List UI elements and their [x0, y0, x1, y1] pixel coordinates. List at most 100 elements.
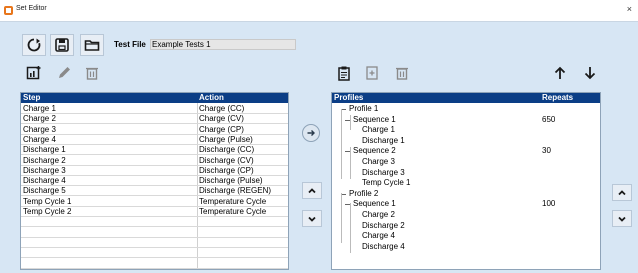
step-name-cell: Charge 2	[23, 114, 56, 124]
folder-open-icon	[84, 40, 100, 51]
tree-profile-node[interactable]: Profile 2	[349, 189, 378, 199]
tree-repeats-value: 100	[542, 199, 556, 209]
delete-step-button[interactable]	[80, 62, 104, 84]
app-icon	[4, 6, 13, 15]
step-action-cell: Discharge (CP)	[199, 165, 254, 175]
chevron-down-icon	[308, 216, 316, 222]
step-action-cell: Temperature Cycle	[199, 196, 267, 206]
profile-move-up-button[interactable]	[612, 184, 632, 201]
step-action-cell: Charge (Pulse)	[199, 134, 253, 144]
profiles-tree: Profiles Repeats Profile 1 Sequence 1 650 C…	[331, 92, 601, 270]
test-file-label: Test File	[114, 40, 146, 49]
step-name-cell: Discharge 1	[23, 145, 66, 155]
column-header-repeats[interactable]: Repeats	[540, 93, 600, 103]
title-bar: Set Editor ×	[0, 0, 638, 22]
table-row[interactable]: Charge 2 Charge (CV)	[21, 114, 288, 125]
window-title: Set Editor	[16, 5, 47, 12]
table-row[interactable]: Temp Cycle 2 Temperature Cycle	[21, 207, 288, 217]
step-name-cell: Discharge 5	[23, 186, 66, 196]
table-row[interactable]	[21, 248, 288, 259]
tree-step-node[interactable]: Charge 1	[362, 125, 395, 135]
tree-step-node[interactable]: Discharge 1	[362, 136, 405, 146]
add-icon	[366, 66, 378, 80]
tree-step-node[interactable]: Discharge 3	[362, 168, 405, 178]
table-row[interactable]: Discharge 3 Discharge (CP)	[21, 165, 288, 176]
open-folder-button[interactable]	[80, 34, 104, 56]
tree-sequence-node[interactable]: Sequence 2	[353, 146, 396, 156]
column-header-profiles[interactable]: Profiles	[332, 93, 540, 103]
step-action-cell: Discharge (CC)	[199, 145, 255, 155]
tree-repeats-value: 650	[542, 114, 556, 124]
save-button[interactable]	[50, 34, 74, 56]
tree-profile-node[interactable]: Profile 1	[349, 104, 378, 114]
save-icon	[55, 38, 69, 52]
step-action-cell: Discharge (CV)	[199, 155, 254, 165]
add-step-icon	[26, 66, 41, 80]
arrow-down-icon	[584, 67, 596, 80]
tree-step-node[interactable]: Discharge 4	[362, 242, 405, 252]
tree-step-node[interactable]: Temp Cycle 1	[362, 178, 410, 188]
pencil-icon	[59, 67, 70, 78]
tree-guide-line	[350, 147, 351, 179]
tree-sequence-node[interactable]: Sequence 1	[353, 115, 396, 125]
chevron-up-icon	[308, 187, 316, 193]
table-row[interactable]: Discharge 4 Discharge (Pulse)	[21, 176, 288, 187]
table-row[interactable]: Charge 3 Charge (CP)	[21, 124, 288, 135]
chevron-up-icon	[618, 189, 626, 195]
table-row[interactable]	[21, 238, 288, 248]
tree-guide-line	[350, 115, 351, 130]
steps-table: Step Action Charge 1 Charge (CC) Charge 2C…	[20, 92, 289, 270]
step-move-up-button[interactable]	[302, 182, 322, 199]
table-row[interactable]: Discharge 5 Discharge (REGEN)	[21, 186, 288, 197]
step-name-cell: Discharge 2	[23, 155, 66, 165]
step-name-cell: Temp Cycle 1	[23, 196, 72, 206]
table-row[interactable]	[21, 217, 288, 228]
step-name-cell: Charge 3	[23, 124, 56, 134]
step-name-cell: Charge 4	[23, 134, 56, 144]
arrow-right-circle-icon	[307, 130, 315, 136]
refresh-icon	[27, 38, 41, 52]
step-action-cell: Charge (CV)	[199, 114, 244, 124]
step-action-cell: Temperature Cycle	[199, 207, 267, 216]
edit-step-button[interactable]	[52, 62, 76, 84]
trash-icon	[396, 67, 408, 80]
table-row[interactable]: Discharge 1 Discharge (CC)	[21, 145, 288, 156]
table-row[interactable]: Charge 1 Charge (CC)	[21, 104, 288, 114]
tree-guide-line	[341, 193, 342, 243]
table-row[interactable]	[21, 228, 288, 238]
column-header-action[interactable]: Action	[197, 93, 288, 103]
test-file-field[interactable]: Example Tests 1	[150, 39, 296, 50]
step-name-cell: Temp Cycle 2	[23, 207, 72, 216]
table-row[interactable]: Charge 4 Charge (Pulse)	[21, 134, 288, 145]
step-name-cell: Discharge 4	[23, 176, 66, 186]
tree-sequence-node[interactable]: Sequence 1	[353, 199, 396, 209]
tree-guide-line	[341, 109, 342, 179]
profile-move-down-top-button[interactable]	[578, 62, 602, 84]
tree-step-node[interactable]: Charge 4	[362, 231, 395, 241]
table-row[interactable]	[21, 259, 288, 269]
table-row[interactable]: Temp Cycle 1 Temperature Cycle	[21, 196, 288, 207]
profile-move-up-top-button[interactable]	[548, 62, 572, 84]
column-header-step[interactable]: Step	[21, 93, 197, 103]
refresh-button[interactable]	[22, 34, 46, 56]
add-to-profile-button[interactable]	[302, 124, 320, 142]
step-move-down-button[interactable]	[302, 210, 322, 227]
chevron-down-icon	[618, 216, 626, 222]
step-action-cell: Discharge (Pulse)	[199, 176, 263, 186]
tree-step-node[interactable]: Charge 2	[362, 210, 395, 220]
tree-repeats-value: 30	[542, 146, 551, 156]
tree-step-node[interactable]: Discharge 2	[362, 221, 405, 231]
tree-step-node[interactable]: Charge 3	[362, 157, 395, 167]
add-profile-button[interactable]	[360, 62, 384, 84]
profile-move-down-button[interactable]	[612, 210, 632, 227]
step-action-cell: Charge (CP)	[199, 124, 244, 134]
trash-icon	[86, 67, 98, 80]
step-name-cell: Charge 1	[23, 104, 56, 113]
step-action-cell: Charge (CC)	[199, 104, 245, 113]
close-icon[interactable]: ×	[627, 4, 632, 14]
paste-profile-button[interactable]	[332, 62, 356, 84]
clipboard-icon	[338, 66, 350, 81]
delete-profile-button[interactable]	[390, 62, 414, 84]
table-row[interactable]: Discharge 2 Discharge (CV)	[21, 155, 288, 166]
add-step-button[interactable]	[22, 62, 46, 84]
